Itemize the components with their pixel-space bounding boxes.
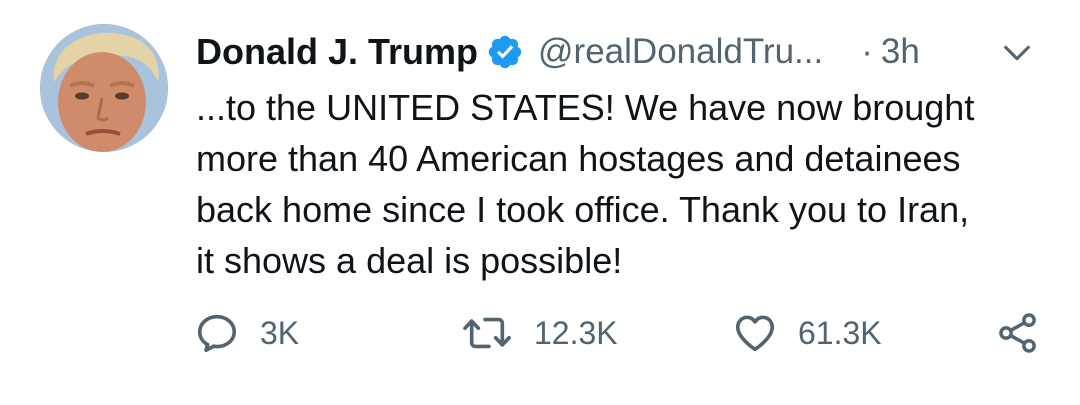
separator-dot: · — [861, 32, 873, 71]
tweet-text-line: more than 40 American hostages and detai… — [196, 138, 961, 179]
tweet-text-line: ...to the UNITED STATES! We have now bro… — [196, 87, 975, 128]
author-handle[interactable]: @realDonaldTru... — [538, 32, 823, 72]
retweet-button[interactable]: 12.3K — [460, 308, 618, 358]
author-name[interactable]: Donald J. Trump — [196, 31, 478, 73]
avatar[interactable] — [40, 24, 168, 152]
tweet-text-line: it shows a deal is possible! — [196, 240, 623, 281]
tweet-card[interactable]: Donald J. Trump @realDonaldTru... · 3h .… — [0, 0, 1080, 405]
tweet-timestamp[interactable]: 3h — [881, 32, 920, 72]
like-count: 61.3K — [798, 314, 882, 351]
reply-button[interactable]: 3K — [194, 308, 299, 358]
tweet-header: Donald J. Trump @realDonaldTru... · 3h — [196, 26, 920, 78]
avatar-image — [40, 24, 168, 152]
share-button[interactable] — [996, 308, 1040, 358]
heart-icon — [735, 315, 775, 352]
reply-count: 3K — [260, 314, 300, 351]
tweet-text-line: back home since I took office. Thank you… — [196, 189, 970, 230]
tweet-text: ...to the UNITED STATES! We have now bro… — [196, 82, 1056, 286]
chevron-down-icon[interactable] — [1000, 36, 1034, 70]
like-button[interactable]: 61.3K — [732, 308, 882, 358]
retweet-icon — [463, 317, 511, 349]
share-icon — [999, 313, 1036, 353]
reply-icon — [197, 314, 237, 353]
retweet-count: 12.3K — [534, 314, 618, 351]
tweet-actions: 3K 12.3K 61.3K — [0, 308, 1080, 358]
verified-badge-icon — [486, 33, 524, 71]
